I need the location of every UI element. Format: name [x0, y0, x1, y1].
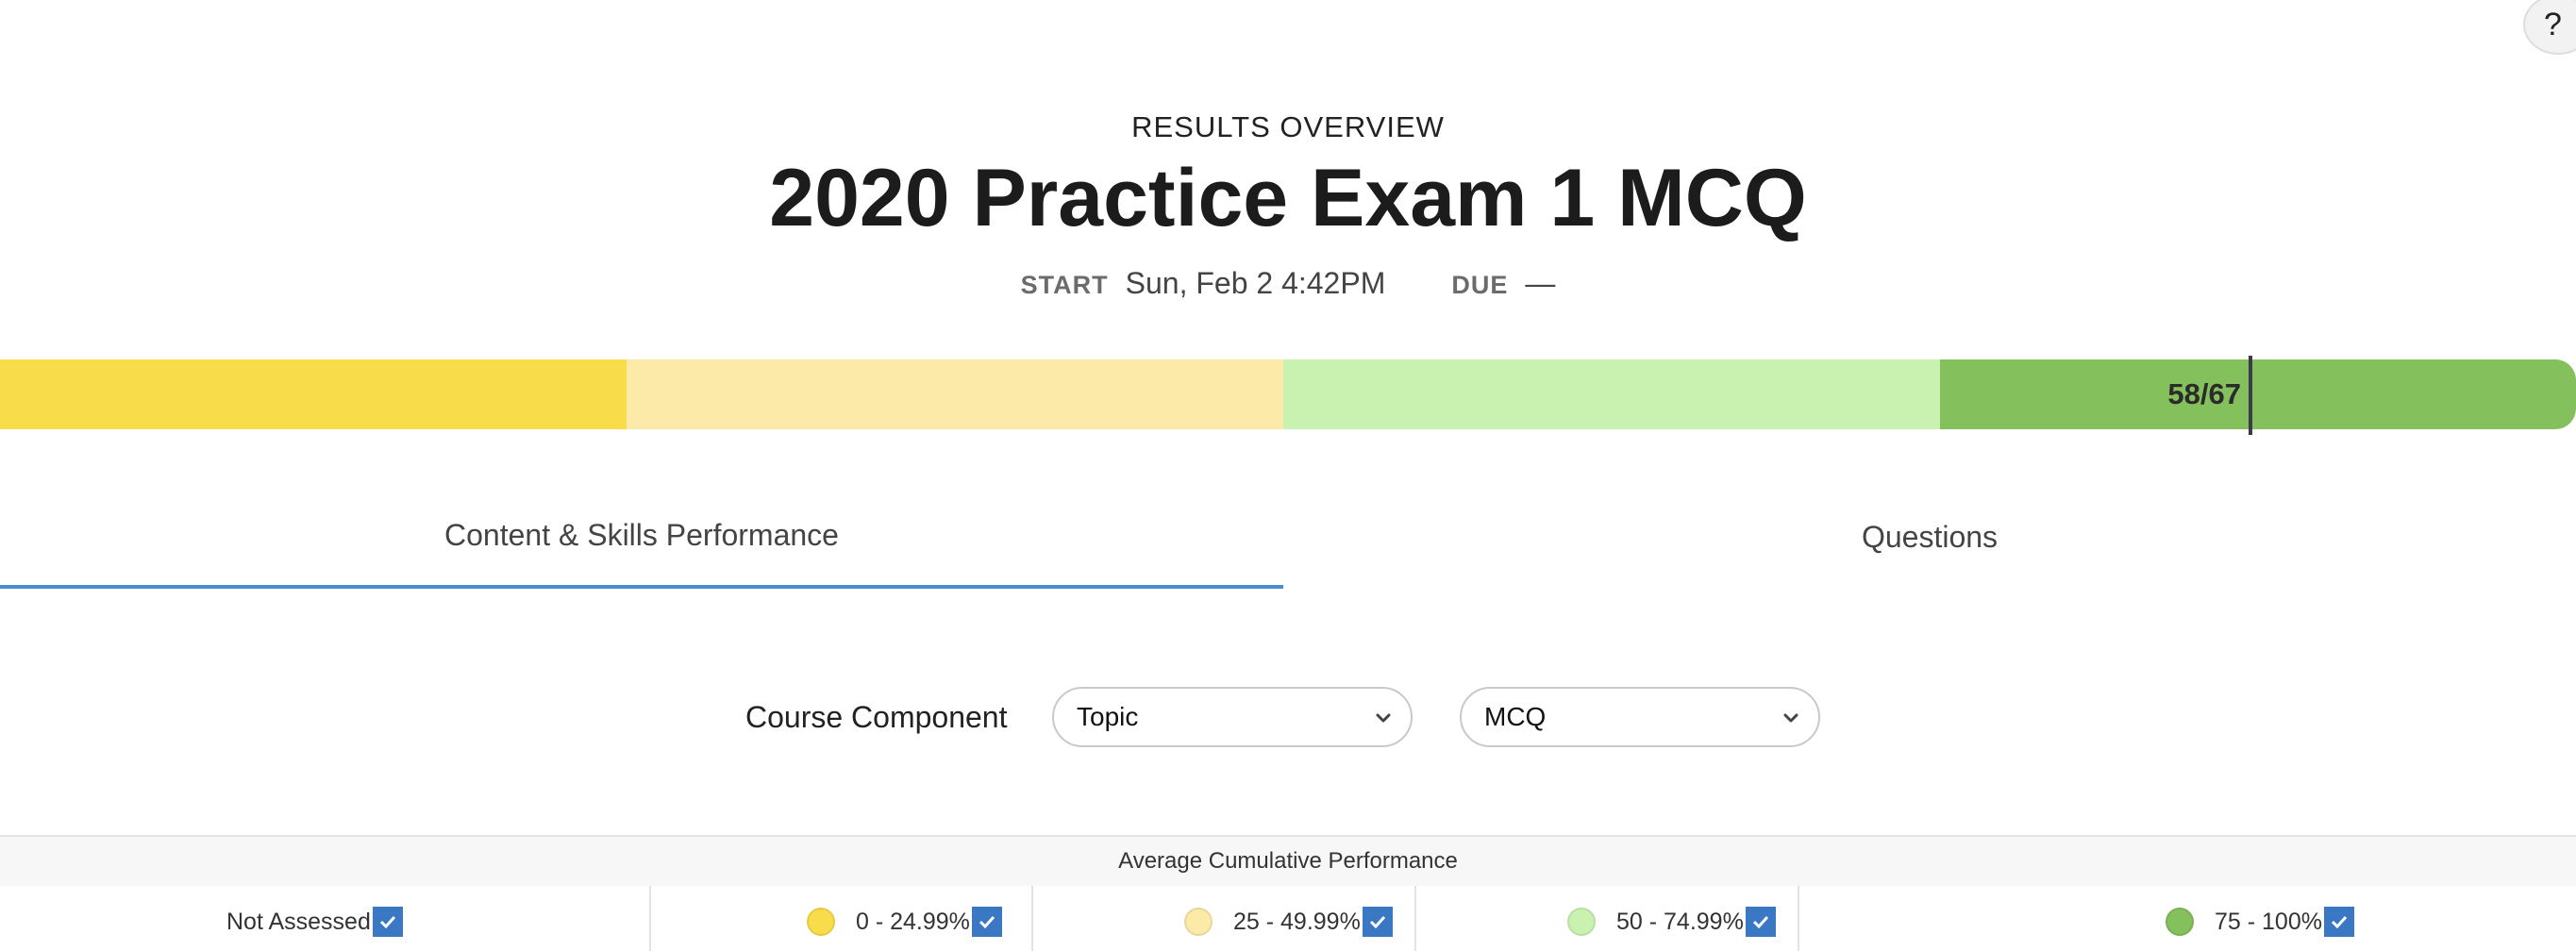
score-text: 58/67 [2167, 377, 2241, 410]
score-band-0-25 [0, 359, 627, 429]
score-marker [2249, 356, 2252, 435]
page-title: 2020 Practice Exam 1 MCQ [769, 153, 1807, 243]
legend-label: Not Assessed [226, 908, 371, 935]
page-overline: RESULTS OVERVIEW [1131, 110, 1445, 143]
legend-cell-not-assessed: Not Assessed [0, 886, 651, 951]
score-bar: 58/67 [0, 356, 2576, 435]
check-icon [379, 915, 395, 929]
performance-legend: Not Assessed 0 - 24.99% 25 - 49.99% 50 -… [0, 886, 2576, 951]
legend-checkbox-0-25[interactable] [971, 907, 1002, 937]
check-icon [1752, 915, 1768, 929]
legend-label: 25 - 49.99% [1233, 908, 1361, 935]
legend-checkbox-25-50[interactable] [1362, 907, 1393, 937]
legend-checkbox-50-75[interactable] [1745, 907, 1776, 937]
course-component-label: Course Component [745, 700, 1008, 734]
check-icon [2331, 915, 2348, 929]
score-band-50-75 [1283, 359, 1940, 429]
legend-cell-0-25: 0 - 24.99% [651, 886, 1033, 951]
legend-label: 50 - 74.99% [1616, 908, 1744, 935]
score-band-75-100 [1940, 359, 2576, 429]
date-info: START Sun, Feb 2 4:42PM DUE — [0, 266, 2576, 301]
tab-content-skills[interactable]: Content & Skills Performance [0, 486, 1283, 589]
legend-swatch [1184, 908, 1213, 936]
topic-select[interactable]: Topic [1052, 687, 1413, 747]
topic-select-value: Topic [1077, 702, 1139, 731]
mcq-select-value: MCQ [1484, 702, 1547, 731]
legend-swatch [1567, 908, 1596, 936]
legend-checkbox-75-100[interactable] [2323, 907, 2354, 937]
check-icon [979, 915, 995, 929]
legend-checkbox-not-assessed[interactable] [372, 907, 403, 937]
start-value: Sun, Feb 2 4:42PM [1125, 266, 1386, 300]
legend-label: 0 - 24.99% [856, 908, 970, 935]
start-label: START [1020, 271, 1109, 299]
chevron-down-icon [1783, 713, 1798, 723]
mcq-select[interactable]: MCQ [1460, 687, 1820, 747]
legend-label: 75 - 100% [2215, 908, 2322, 935]
legend-cell-75-100: 75 - 100% [1799, 886, 2576, 951]
due-label: DUE [1451, 271, 1509, 299]
help-button[interactable]: ? [2523, 0, 2576, 55]
legend-cell-25-50: 25 - 49.99% [1033, 886, 1416, 951]
legend-swatch [807, 908, 835, 936]
filter-bar: Course Component Topic MCQ [0, 687, 2576, 749]
legend-swatch [2166, 908, 2194, 936]
due-value: — [1525, 266, 1556, 300]
results-tabs: Content & Skills Performance Questions [0, 486, 2576, 592]
performance-header: Average Cumulative Performance [0, 835, 2576, 888]
check-icon [1369, 915, 1385, 929]
score-band-25-50 [627, 359, 1283, 429]
tab-questions[interactable]: Questions [1283, 486, 2576, 589]
legend-cell-50-75: 50 - 74.99% [1416, 886, 1799, 951]
chevron-down-icon [1376, 713, 1391, 723]
